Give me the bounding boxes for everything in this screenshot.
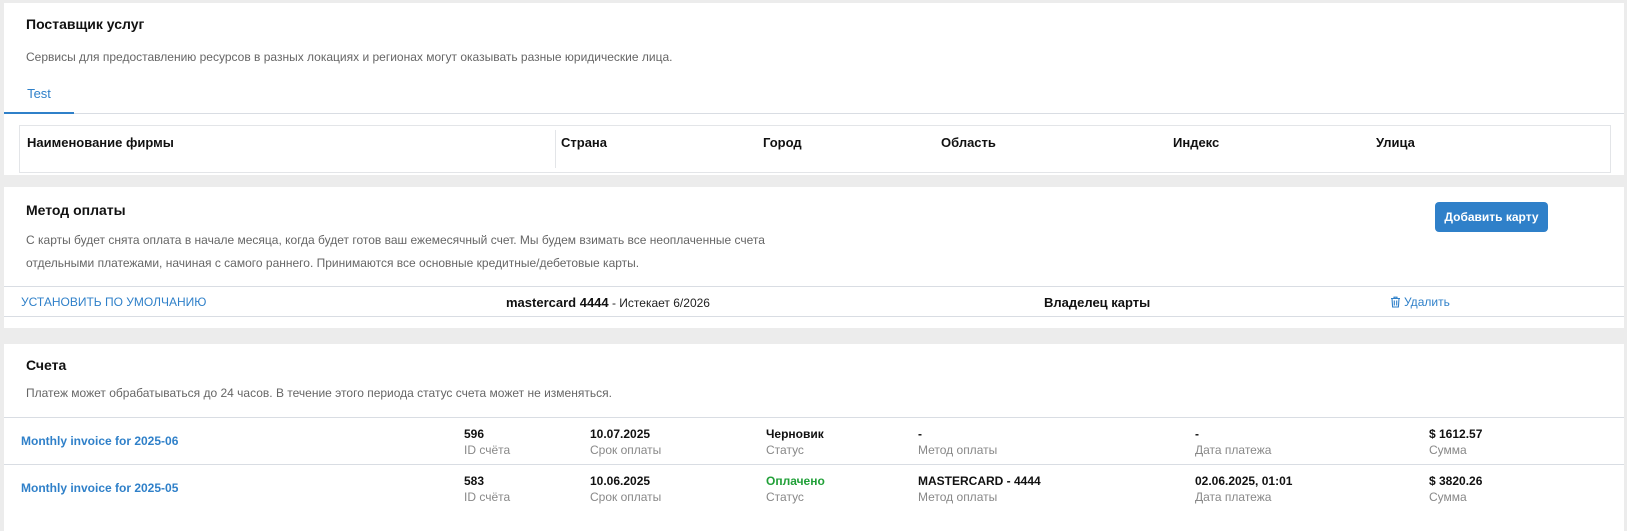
add-card-button[interactable]: Добавить карту bbox=[1435, 202, 1548, 232]
provider-table: Наименование фирмы Страна Город Область … bbox=[19, 125, 1611, 173]
invoice-status-cell: Оплачено Статус bbox=[766, 474, 825, 505]
tab-test[interactable]: Test bbox=[4, 78, 74, 114]
invoice-id-cell: 583 ID счёта bbox=[464, 474, 510, 505]
invoice-status: Черновик bbox=[766, 427, 824, 441]
invoice-amount-cell: $ 3820.26 Сумма bbox=[1429, 474, 1482, 505]
column-header-city: Город bbox=[763, 135, 802, 150]
invoices-description: Платеж может обрабатываться до 24 часов.… bbox=[26, 386, 612, 400]
invoice-id: 583 bbox=[464, 474, 485, 488]
invoice-amount-label: Сумма bbox=[1429, 443, 1467, 457]
column-header-street: Улица bbox=[1376, 135, 1415, 150]
card-owner-label: Владелец карты bbox=[1044, 295, 1151, 310]
invoice-paid-date: - bbox=[1195, 427, 1199, 441]
invoice-status-cell: Черновик Статус bbox=[766, 427, 824, 458]
invoice-due-label: Срок оплаты bbox=[590, 443, 662, 457]
set-default-link[interactable]: УСТАНОВИТЬ ПО УМОЛЧАНИЮ bbox=[21, 295, 206, 309]
invoice-due: 10.06.2025 bbox=[590, 474, 651, 488]
invoice-due: 10.07.2025 bbox=[590, 427, 651, 441]
invoice-paid-date-cell: 02.06.2025, 01:01 Дата платежа bbox=[1195, 474, 1292, 505]
card-brand: mastercard 4444 bbox=[506, 295, 609, 310]
invoice-due-label: Срок оплаты bbox=[590, 490, 662, 504]
invoice-amount-cell: $ 1612.57 Сумма bbox=[1429, 427, 1482, 458]
invoice-amount-label: Сумма bbox=[1429, 490, 1467, 504]
invoice-title-link[interactable]: Monthly invoice for 2025-06 bbox=[21, 434, 178, 448]
invoice-paid-date-cell: - Дата платежа bbox=[1195, 427, 1271, 458]
invoice-method-cell: - Метод оплаты bbox=[918, 427, 997, 458]
trash-icon bbox=[1391, 296, 1400, 308]
delete-label: Удалить bbox=[1404, 295, 1450, 309]
invoice-status-label: Статус bbox=[766, 490, 804, 504]
invoice-id: 596 bbox=[464, 427, 485, 441]
provider-tabs: Test bbox=[4, 78, 1624, 114]
invoice-method-label: Метод оплаты bbox=[918, 443, 998, 457]
payment-method-panel: Метод оплаты С карты будет снята оплата … bbox=[4, 187, 1624, 328]
provider-description: Сервисы для предоставлению ресурсов в ра… bbox=[26, 50, 673, 64]
invoice-status: Оплачено bbox=[766, 474, 825, 488]
invoice-due-cell: 10.07.2025 Срок оплаты bbox=[590, 427, 661, 458]
service-provider-panel: Поставщик услуг Сервисы для предоставлен… bbox=[4, 3, 1624, 175]
invoice-method: MASTERCARD - 4444 bbox=[918, 474, 1041, 488]
payment-description: С карты будет снята оплата в начале меся… bbox=[26, 233, 765, 270]
invoice-id-cell: 596 ID счёта bbox=[464, 427, 510, 458]
card-expiry: - Истекает 6/2026 bbox=[608, 296, 710, 310]
invoice-amount: $ 1612.57 bbox=[1429, 427, 1483, 441]
invoice-due-cell: 10.06.2025 Срок оплаты bbox=[590, 474, 661, 505]
provider-title: Поставщик услуг bbox=[26, 16, 145, 32]
column-header-region: Область bbox=[941, 135, 996, 150]
invoice-title-link[interactable]: Monthly invoice for 2025-05 bbox=[21, 481, 178, 495]
column-header-zip: Индекс bbox=[1173, 135, 1220, 150]
invoice-paid-date-label: Дата платежа bbox=[1195, 443, 1272, 457]
invoice-status-label: Статус bbox=[766, 443, 804, 457]
invoice-paid-date-label: Дата платежа bbox=[1195, 490, 1272, 504]
column-header-country: Страна bbox=[561, 135, 608, 150]
invoice-method-cell: MASTERCARD - 4444 Метод оплаты bbox=[918, 474, 1041, 505]
invoice-paid-date: 02.06.2025, 01:01 bbox=[1195, 474, 1293, 488]
payment-title: Метод оплаты bbox=[26, 202, 126, 218]
card-info: mastercard 4444 - Истекает 6/2026 bbox=[506, 295, 710, 310]
invoice-method-label: Метод оплаты bbox=[918, 490, 998, 504]
invoice-row[interactable]: Monthly invoice for 2025-05 583 ID счёта… bbox=[4, 464, 1624, 510]
invoice-id-label: ID счёта bbox=[464, 490, 511, 504]
invoices-title: Счета bbox=[26, 357, 67, 373]
delete-card-link[interactable]: Удалить bbox=[1390, 295, 1450, 309]
invoice-amount: $ 3820.26 bbox=[1429, 474, 1483, 488]
invoices-panel: Счета Платеж может обрабатываться до 24 … bbox=[4, 344, 1624, 531]
invoice-id-label: ID счёта bbox=[464, 443, 511, 457]
invoice-method: - bbox=[918, 427, 922, 441]
card-row: УСТАНОВИТЬ ПО УМОЛЧАНИЮ mastercard 4444 … bbox=[4, 286, 1624, 317]
invoice-row[interactable]: Monthly invoice for 2025-06 596 ID счёта… bbox=[4, 417, 1624, 463]
column-header-company: Наименование фирмы bbox=[27, 135, 174, 150]
column-divider bbox=[555, 130, 556, 168]
